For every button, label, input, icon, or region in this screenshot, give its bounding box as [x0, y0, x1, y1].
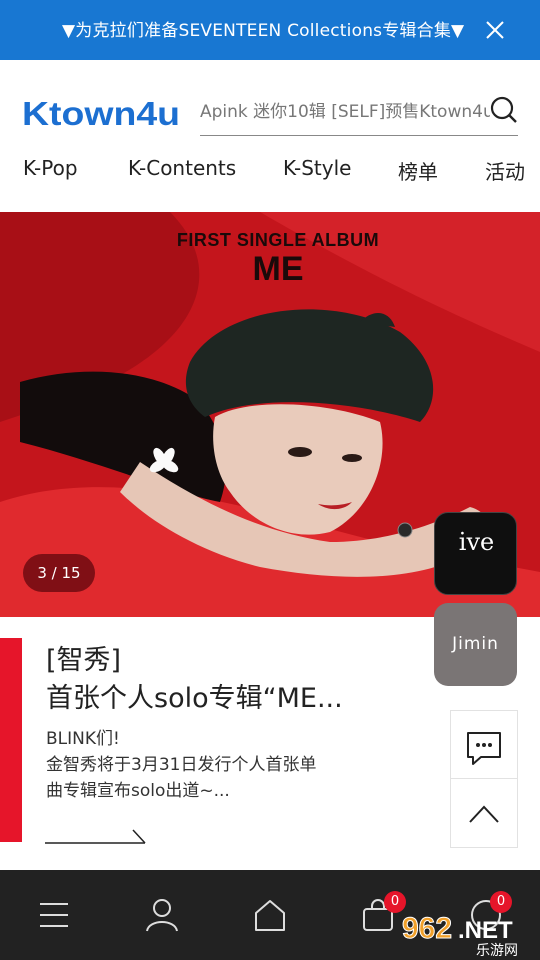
card-body-line1: BLINK们! — [46, 729, 120, 749]
svg-text:.NET: .NET — [458, 917, 513, 944]
ktown4u-logo[interactable]: Ktown4u — [22, 94, 182, 134]
menu-icon — [40, 903, 68, 927]
home-icon — [255, 900, 285, 931]
chat-icon — [467, 732, 501, 765]
slide-counter: 3 / 15 — [23, 554, 95, 592]
card-title-line1[interactable]: [智秀] — [46, 638, 121, 677]
chat-button[interactable] — [451, 711, 517, 779]
hero-title-line2: ME — [252, 250, 304, 288]
search-icon[interactable] — [490, 96, 518, 124]
account-button[interactable] — [108, 870, 216, 960]
ive-logo-text: ive — [458, 528, 495, 556]
chevron-up-icon — [469, 805, 499, 823]
nav-item-kstyle[interactable]: K-Style — [283, 156, 351, 180]
nav-item-kpop[interactable]: K-Pop — [23, 156, 78, 180]
user-icon — [146, 899, 178, 932]
header: Ktown4u K-Pop K-Contents K-Style 榜单 活动 — [0, 60, 540, 212]
hero-title-line1: FIRST SINGLE ALBUM — [176, 230, 380, 250]
category-nav: K-Pop K-Contents K-Style 榜单 活动 — [0, 156, 540, 196]
nav-item-chart[interactable]: 榜单 — [398, 156, 438, 185]
search-input[interactable] — [200, 92, 490, 132]
promo-text[interactable]: ▼为克拉们准备SEVENTEEN Collections专辑合集▼ — [62, 16, 464, 41]
scroll-top-button[interactable] — [451, 779, 517, 847]
promo-banner[interactable]: ▼为克拉们准备SEVENTEEN Collections专辑合集▼ — [0, 0, 540, 60]
svg-text:乐游网: 乐游网 — [476, 943, 518, 958]
nav-item-kcontents[interactable]: K-Contents — [128, 156, 236, 180]
card-body-line2: 金智秀将于3月31日发行个人首张单 — [46, 755, 317, 775]
nav-item-event[interactable]: 活动 — [485, 156, 525, 185]
watermark-logo: 962 .NET 乐游网 — [402, 912, 519, 959]
jimin-shortcut-button[interactable]: Jimin — [434, 603, 517, 686]
card-accent-bar — [0, 638, 22, 842]
card-title-line2[interactable]: 首张个人solo专辑“ME... — [46, 676, 343, 715]
search-bar[interactable] — [200, 92, 518, 136]
svg-text:962: 962 — [402, 912, 452, 945]
home-button[interactable] — [216, 870, 324, 960]
close-icon[interactable] — [484, 19, 506, 41]
ive-shortcut-button[interactable]: ive — [434, 512, 517, 595]
menu-button[interactable] — [0, 870, 108, 960]
svg-text:Ktown4u: Ktown4u — [22, 95, 180, 132]
arrow-right-icon[interactable] — [45, 826, 149, 846]
card-body-line3: 曲专辑宣布solo出道~... — [46, 781, 230, 801]
floating-action-panel — [450, 710, 518, 848]
